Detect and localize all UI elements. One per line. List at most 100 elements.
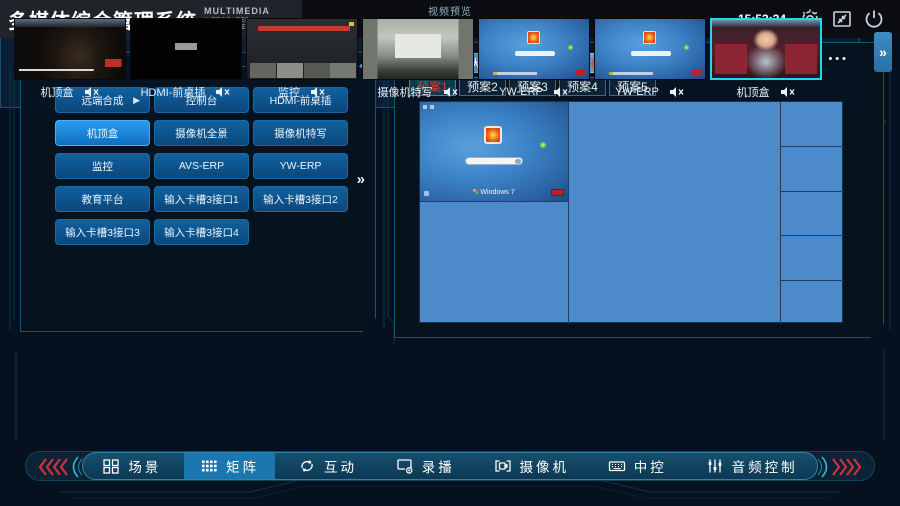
win7-shutdown-mini (692, 70, 702, 75)
windows-flag-icon (473, 189, 478, 194)
preview-source-label: YW-ERP (499, 86, 543, 98)
preview-item-yw-erp-2[interactable]: YW-ERP (594, 18, 706, 104)
preview-item-surveillance[interactable]: 监控 (246, 18, 358, 104)
wall-cell-empty-2[interactable] (568, 102, 780, 324)
source-button-settop-box[interactable]: 机顶盒 (55, 120, 150, 146)
nav-item-matrix[interactable]: 矩阵 (184, 453, 275, 479)
nav-item-label: 中控 (634, 456, 667, 476)
wall-grid-line (568, 102, 569, 324)
preview-source-label: YW-ERP (615, 86, 659, 98)
nav-item-central-control[interactable]: 中控 (592, 453, 683, 479)
muted-speaker-icon[interactable] (443, 86, 459, 98)
muted-speaker-icon[interactable] (310, 86, 326, 98)
source-button-slot3-port1[interactable]: 输入卡槽3接口1 (154, 186, 249, 212)
preview-item-yw-erp-1[interactable]: YW-ERP (478, 18, 590, 104)
preview-label-row: 监控 (246, 80, 358, 104)
preview-source-label: 机顶盒 (41, 84, 74, 100)
preview-strip-title: 视频预览 (0, 3, 900, 18)
control-keyboard-icon (608, 458, 626, 474)
bottom-nav-container: 场景 矩阵 互动 (25, 451, 875, 481)
preview-item-hdmi-front[interactable]: HDMI-前桌插 (130, 18, 242, 104)
muted-speaker-icon[interactable] (553, 86, 569, 98)
wall-cell-empty-1[interactable] (420, 201, 568, 324)
source-button-yw-erp[interactable]: YW-ERP (253, 153, 348, 179)
muted-speaker-icon[interactable] (780, 86, 796, 98)
source-button-label: 教育平台 (82, 192, 124, 207)
preview-thumbnail[interactable] (362, 18, 474, 80)
source-button-slot3-port4[interactable]: 输入卡槽3接口4 (154, 219, 249, 245)
preview-item-camera-closeup[interactable]: 摄像机特写 (362, 18, 474, 104)
interaction-arrows-icon (298, 458, 316, 474)
preview-thumbnail[interactable] (594, 18, 706, 80)
nav-item-label: 场景 (128, 456, 161, 476)
win7-password-field (465, 157, 523, 165)
win7-password-mini (515, 51, 555, 56)
wall-cell-win7-source[interactable]: Windows 7 (420, 102, 568, 201)
wall-cell-right-1[interactable] (780, 102, 844, 146)
muted-speaker-icon[interactable] (669, 86, 685, 98)
video-camera-icon (494, 458, 512, 474)
preview-item-settop-box-2[interactable]: 机顶盒 (710, 18, 822, 104)
preview-thumbnail[interactable] (130, 18, 242, 80)
win7-avatar-mini (643, 31, 656, 44)
preview-source-label: 监控 (278, 84, 300, 100)
muted-speaker-icon[interactable] (215, 86, 231, 98)
win7-os-label: Windows 7 (420, 189, 568, 196)
nav-item-camera[interactable]: 摄像机 (478, 453, 586, 479)
source-button-label: 输入卡槽3接口1 (164, 192, 239, 207)
source-button-camera-panorama[interactable]: 摄像机全景 (154, 120, 249, 146)
win7-network-dot (540, 142, 546, 148)
source-button-label: 输入卡槽3接口3 (65, 225, 140, 240)
nav-item-interaction[interactable]: 互动 (282, 453, 373, 479)
source-button-surveillance[interactable]: 监控 (55, 153, 150, 179)
wall-cell-right-5[interactable] (780, 280, 844, 324)
wall-grid-line (780, 102, 781, 324)
win7-window-controls (423, 105, 435, 109)
preview-next-chevron-icon[interactable]: » (874, 32, 892, 72)
wall-grid-line (780, 146, 844, 147)
wall-cell-right-3[interactable] (780, 191, 844, 235)
preview-source-label: 摄像机特写 (378, 84, 433, 100)
nav-item-label: 互动 (324, 456, 357, 476)
source-button-avs-erp[interactable]: AVS-ERP (154, 153, 249, 179)
win7-shutdown-mini (576, 70, 586, 75)
source-button-label: 机顶盒 (87, 126, 119, 141)
nav-item-scene[interactable]: 场景 (86, 453, 177, 479)
preview-label-row: 机顶盒 (14, 80, 126, 104)
preview-label-row: 机顶盒 (710, 80, 822, 104)
preview-thumbnail[interactable] (246, 18, 358, 80)
source-button-grid: 远端合成 ▶ 控制台 HDMI-前桌插 机顶盒 摄像机全景 摄像机特写 监控 A… (55, 87, 351, 245)
nav-item-label: 摄像机 (520, 456, 570, 476)
nav-item-audio-control[interactable]: 音频控制 (690, 453, 814, 479)
app-window: 多媒体综合管理系统 MULTIMEDIA INTEGRATED MANAGEME… (0, 0, 900, 506)
source-button-label: 摄像机特写 (274, 126, 327, 141)
muted-speaker-icon[interactable] (84, 86, 100, 98)
panel-collapse-chevron-icon[interactable]: » (357, 171, 365, 188)
audio-sliders-icon (706, 458, 724, 474)
wall-grid-line (780, 235, 844, 236)
more-menu-icon[interactable]: ••• (828, 53, 849, 65)
preview-thumbnail[interactable] (14, 18, 126, 80)
preview-item-settop-box-1[interactable]: 机顶盒 (14, 18, 126, 104)
preview-thumbnail[interactable] (478, 18, 590, 80)
preview-thumbnail-selected[interactable] (710, 18, 822, 80)
video-preview-strip: 视频预览 机顶盒 HDMI-前桌插 监控 (0, 0, 860, 108)
source-button-label: 监控 (92, 159, 113, 174)
preview-source-label: 机顶盒 (737, 84, 770, 100)
wall-grid-line (420, 201, 568, 202)
matrix-grid-icon (200, 458, 218, 474)
source-button-slot3-port3[interactable]: 输入卡槽3接口3 (55, 219, 150, 245)
win7-user-avatar (484, 126, 502, 144)
nav-item-recording[interactable]: 录播 (380, 453, 471, 479)
win7-password-mini (631, 51, 671, 56)
source-button-slot3-port2[interactable]: 输入卡槽3接口2 (253, 186, 348, 212)
right-chevrons-decoration (816, 456, 868, 478)
wall-cell-right-4[interactable] (780, 235, 844, 280)
wall-cell-right-2[interactable] (780, 146, 844, 191)
win7-avatar-mini (527, 31, 540, 44)
bottom-nav-bar: 场景 矩阵 互动 (82, 452, 818, 480)
source-button-edu-platform[interactable]: 教育平台 (55, 186, 150, 212)
source-button-camera-closeup[interactable]: 摄像机特写 (253, 120, 348, 146)
win7-os-text: Windows 7 (480, 189, 514, 196)
preview-label-row: HDMI-前桌插 (130, 80, 242, 104)
